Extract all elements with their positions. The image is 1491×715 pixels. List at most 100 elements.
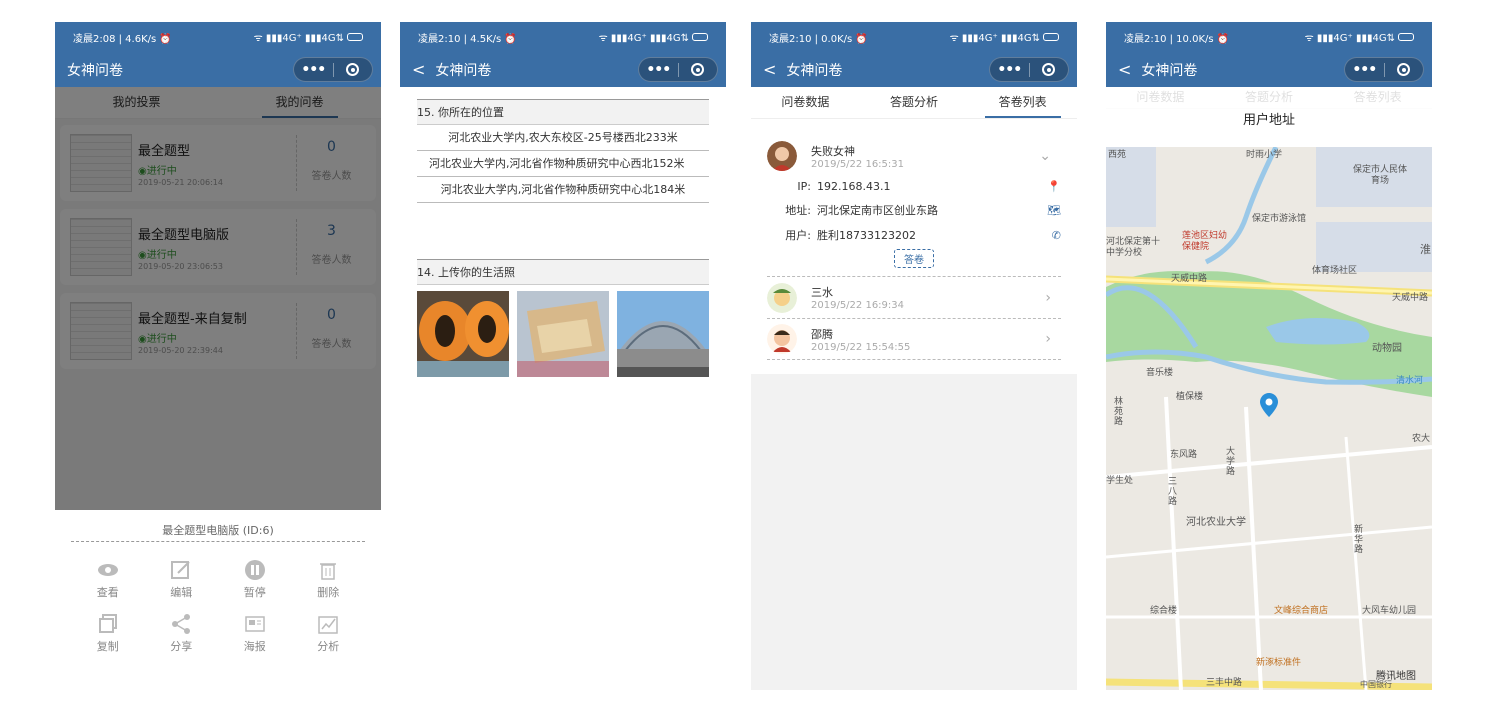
more-icon[interactable]: ••• — [1345, 62, 1384, 78]
nav-bar: 女神问卷 ••• — [55, 52, 381, 87]
edit-icon — [145, 556, 219, 584]
phone-answer-list: 凌晨2:10 | 0.0K/s ⏰ ᯤ ▮▮▮4G⁺ ▮▮▮4G⇅ < 女神问卷… — [751, 22, 1077, 690]
miniprogram-capsule[interactable]: ••• — [989, 57, 1069, 82]
nav-bar: < 女神问卷 ••• — [1106, 52, 1432, 87]
miniprogram-capsule[interactable]: ••• — [293, 57, 373, 82]
battery-icon — [692, 33, 708, 41]
action-sheet: 最全题型电脑版 (ID:6) 查看 编辑 暂停 删除 复制 分享 海报 分析 — [55, 510, 381, 690]
tab-answer-list: 答卷列表 — [1353, 90, 1402, 104]
tab-survey-data[interactable]: 问卷数据 — [751, 87, 860, 118]
user-value: 胜利18733123202 — [817, 229, 916, 242]
action-label: 查看 — [96, 586, 119, 599]
page-title: 女神问卷 — [1141, 62, 1198, 79]
tencent-map-logo: 腾讯地图 — [1376, 671, 1416, 682]
map-label: 植保楼 — [1176, 392, 1204, 402]
question-15-title: 15. 你所在的位置 — [417, 99, 709, 125]
tab-survey-data: 问卷数据 — [1136, 90, 1185, 104]
view-answer-button[interactable]: 答卷 — [894, 249, 934, 268]
map-label: 西苑 — [1108, 150, 1127, 160]
miniprogram-capsule[interactable]: ••• — [1344, 57, 1424, 82]
close-target-icon[interactable] — [334, 63, 373, 76]
phone-survey-answer: 凌晨2:10 | 4.5K/s ⏰ ᯤ ▮▮▮4G⁺ ▮▮▮4G⇅ < 女神问卷… — [400, 22, 726, 690]
avatar — [767, 141, 797, 171]
close-target-icon[interactable] — [679, 63, 718, 76]
action-sheet-title: 最全题型电脑版 (ID:6) — [71, 510, 365, 542]
map-label: 保定市人民体育场 — [1352, 165, 1407, 186]
signal-icons: ᯤ ▮▮▮4G⁺ ▮▮▮4G⇅ — [598, 33, 689, 44]
user-label: 用户: — [785, 229, 811, 242]
map-label: 清水河 — [1396, 376, 1424, 386]
tab-answer-analysis[interactable]: 答题分析 — [860, 87, 969, 118]
map-label: 天威中路 — [1392, 293, 1429, 303]
view-button[interactable]: 查看 — [71, 556, 145, 600]
tab-bar-faded: 问卷数据 答题分析 答卷列表 — [1106, 87, 1432, 109]
nav-bar: < 女神问卷 ••• — [400, 52, 726, 87]
miniprogram-capsule[interactable]: ••• — [638, 57, 718, 82]
map-view[interactable]: 时雨小学 保定市人民体育场 保定市游泳馆 河北保定第十中学分校 莲池区妇幼保健院… — [1106, 147, 1432, 690]
map-label: 河北保定第十中学分校 — [1106, 237, 1161, 258]
tab-answer-list[interactable]: 答卷列表 — [968, 87, 1077, 118]
modal-backdrop[interactable] — [55, 87, 381, 510]
answer-item-expanded[interactable]: 失败女神 2019/5/22 16:5:31 ⌄ IP: 192.168.43.… — [767, 141, 1061, 268]
location-answer: 河北农业大学内,河北省作物种质研究中心北184米 — [417, 177, 709, 203]
respondent-time: 2019/5/22 16:5:31 — [811, 158, 905, 170]
location-pin-icon[interactable] — [1260, 393, 1278, 417]
chart-icon — [292, 610, 366, 638]
phone-icon[interactable]: ✆ — [1052, 229, 1061, 242]
map-label: 东风路 — [1170, 450, 1198, 460]
respondent-name: 三水 — [811, 286, 833, 299]
ip-value: 192.168.43.1 — [817, 180, 891, 193]
back-icon[interactable]: < — [763, 60, 776, 79]
photo-gallery — [417, 291, 709, 377]
map-label: 综合楼 — [1150, 606, 1178, 616]
back-icon[interactable]: < — [1118, 60, 1131, 79]
map-icon[interactable]: 🗺 — [1047, 204, 1061, 217]
food-package-photo[interactable] — [517, 291, 609, 377]
map-label: 新华路 — [1354, 525, 1364, 555]
map-label: 时雨小学 — [1246, 150, 1283, 160]
battery-icon — [1043, 33, 1059, 41]
pause-button[interactable]: 暂停 — [218, 556, 292, 600]
phone-user-address-map: 凌晨2:10 | 10.0K/s ⏰ ᯤ ▮▮▮4G⁺ ▮▮▮4G⇅ < 女神问… — [1106, 22, 1432, 690]
poster-button[interactable]: 海报 — [218, 610, 292, 654]
stadium-photo[interactable] — [617, 291, 709, 377]
ip-label: IP: — [797, 180, 811, 193]
map-label: 三八路 — [1168, 477, 1178, 507]
map-label: 莲池区妇幼保健院 — [1182, 231, 1228, 252]
status-time: 凌晨2:08 | 4.6K/s ⏰ — [73, 33, 172, 45]
address-label: 地址: — [785, 204, 811, 217]
more-icon[interactable]: ••• — [639, 62, 678, 78]
back-icon[interactable]: < — [412, 60, 425, 79]
status-bar: 凌晨2:08 | 4.6K/s ⏰ ᯤ ▮▮▮4G⁺ ▮▮▮4G⇅ — [55, 22, 381, 52]
papaya-photo[interactable] — [417, 291, 509, 377]
avatar — [767, 324, 797, 354]
more-icon[interactable]: ••• — [294, 62, 333, 78]
trash-icon — [292, 556, 366, 584]
close-target-icon[interactable] — [1030, 63, 1069, 76]
answer-item[interactable]: 邵腾 2019/5/22 15:54:55 › — [767, 318, 1061, 360]
map-label: 淮 — [1420, 243, 1431, 256]
delete-button[interactable]: 删除 — [292, 556, 366, 600]
edit-button[interactable]: 编辑 — [145, 556, 219, 600]
close-target-icon[interactable] — [1385, 63, 1424, 76]
copy-button[interactable]: 复制 — [71, 610, 145, 654]
chevron-right-icon[interactable]: › — [1045, 331, 1051, 347]
status-bar: 凌晨2:10 | 10.0K/s ⏰ ᯤ ▮▮▮4G⁺ ▮▮▮4G⇅ — [1106, 22, 1432, 52]
answer-item[interactable]: 三水 2019/5/22 16:9:34 › — [767, 276, 1061, 318]
copy-icon — [71, 610, 145, 638]
phone-my-surveys: 凌晨2:08 | 4.6K/s ⏰ ᯤ ▮▮▮4G⁺ ▮▮▮4G⇅ 女神问卷 •… — [55, 22, 381, 690]
chevron-right-icon[interactable]: › — [1045, 290, 1051, 306]
respondent-time: 2019/5/22 16:9:34 — [811, 300, 905, 311]
location-pin-icon[interactable]: 📍 — [1047, 180, 1061, 193]
share-button[interactable]: 分享 — [145, 610, 219, 654]
tab-bar: 问卷数据 答题分析 答卷列表 — [751, 87, 1077, 119]
battery-icon — [1398, 33, 1414, 41]
more-icon[interactable]: ••• — [990, 62, 1029, 78]
action-label: 复制 — [96, 640, 119, 653]
pause-icon — [218, 556, 292, 584]
chevron-down-icon[interactable]: ⌄ — [1039, 148, 1051, 164]
analyze-button[interactable]: 分析 — [292, 610, 366, 654]
dialog-title: 用户地址 — [1242, 113, 1295, 128]
map-label: 新涿标准件 — [1256, 658, 1302, 668]
map-label: 三丰中路 — [1206, 678, 1243, 688]
